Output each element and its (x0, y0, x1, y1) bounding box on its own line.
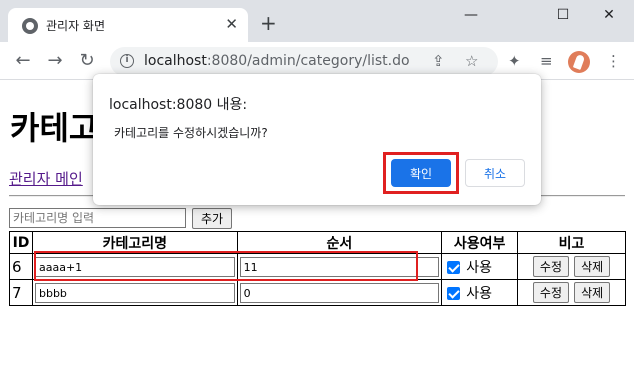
share-icon[interactable]: ⇪ (432, 52, 445, 70)
kebab-menu-icon[interactable]: ⋮ (606, 51, 621, 71)
extensions-puzzle-icon[interactable]: ✦ (508, 51, 521, 71)
add-category-button[interactable]: 추가 (192, 208, 232, 229)
maximize-icon[interactable]: ☐ (548, 4, 578, 26)
ok-button[interactable]: 확인 (391, 159, 451, 187)
tab-title: 관리자 화면 (46, 19, 106, 33)
header-usage: 사용여부 (441, 231, 519, 254)
url-text: localhost:8080/admin/category/list.do (144, 53, 410, 69)
minimize-icon[interactable]: — (456, 4, 486, 26)
globe-icon (22, 18, 38, 34)
order-input[interactable] (239, 283, 440, 304)
profile-avatar[interactable] (568, 51, 590, 73)
reload-icon[interactable]: ↻ (76, 50, 98, 72)
header-remarks: 비고 (517, 231, 626, 254)
address-bar[interactable]: i localhost:8080/admin/category/list.do … (110, 47, 498, 76)
window-close-icon[interactable]: ✕ (594, 4, 624, 26)
bookmark-star-icon[interactable]: ☆ (465, 52, 478, 70)
browser-tab[interactable]: 관리자 화면 ✕ (8, 8, 248, 42)
dialog-title: localhost:8080 내용: (109, 97, 248, 113)
back-arrow-icon[interactable]: ← (12, 50, 34, 72)
confirm-dialog: localhost:8080 내용: 카테고리를 수정하시겠습니까? 확인 취소 (93, 74, 541, 205)
dialog-message: 카테고리를 수정하시겠습니까? (114, 126, 268, 140)
info-icon[interactable]: i (120, 54, 134, 68)
use-label: 사용 (466, 285, 492, 302)
edit-button[interactable]: 수정 (532, 282, 570, 304)
new-tab-icon[interactable]: + (260, 12, 277, 34)
row-id: 6 (9, 253, 33, 280)
new-category-input[interactable] (9, 208, 186, 228)
cancel-button[interactable]: 취소 (465, 159, 525, 187)
table-row: 7 사용 수정 삭제 (9, 279, 626, 306)
row-id: 7 (9, 279, 33, 306)
use-label: 사용 (466, 259, 492, 276)
delete-button[interactable]: 삭제 (574, 282, 611, 304)
admin-main-link[interactable]: 관리자 메인 (9, 168, 83, 189)
media-queue-icon[interactable]: ≡ (540, 51, 553, 71)
header-id: ID (9, 231, 33, 254)
forward-arrow-icon[interactable]: → (44, 50, 66, 72)
tab-strip: 관리자 화면 ✕ + — ☐ ✕ (0, 0, 634, 42)
delete-button[interactable]: 삭제 (574, 256, 611, 278)
highlight-box-edited-row (34, 251, 418, 281)
use-checkbox[interactable] (447, 260, 461, 274)
edit-button[interactable]: 수정 (532, 256, 570, 278)
use-checkbox[interactable] (447, 286, 461, 300)
category-name-input[interactable] (34, 283, 235, 304)
tab-close-icon[interactable]: ✕ (225, 15, 238, 33)
